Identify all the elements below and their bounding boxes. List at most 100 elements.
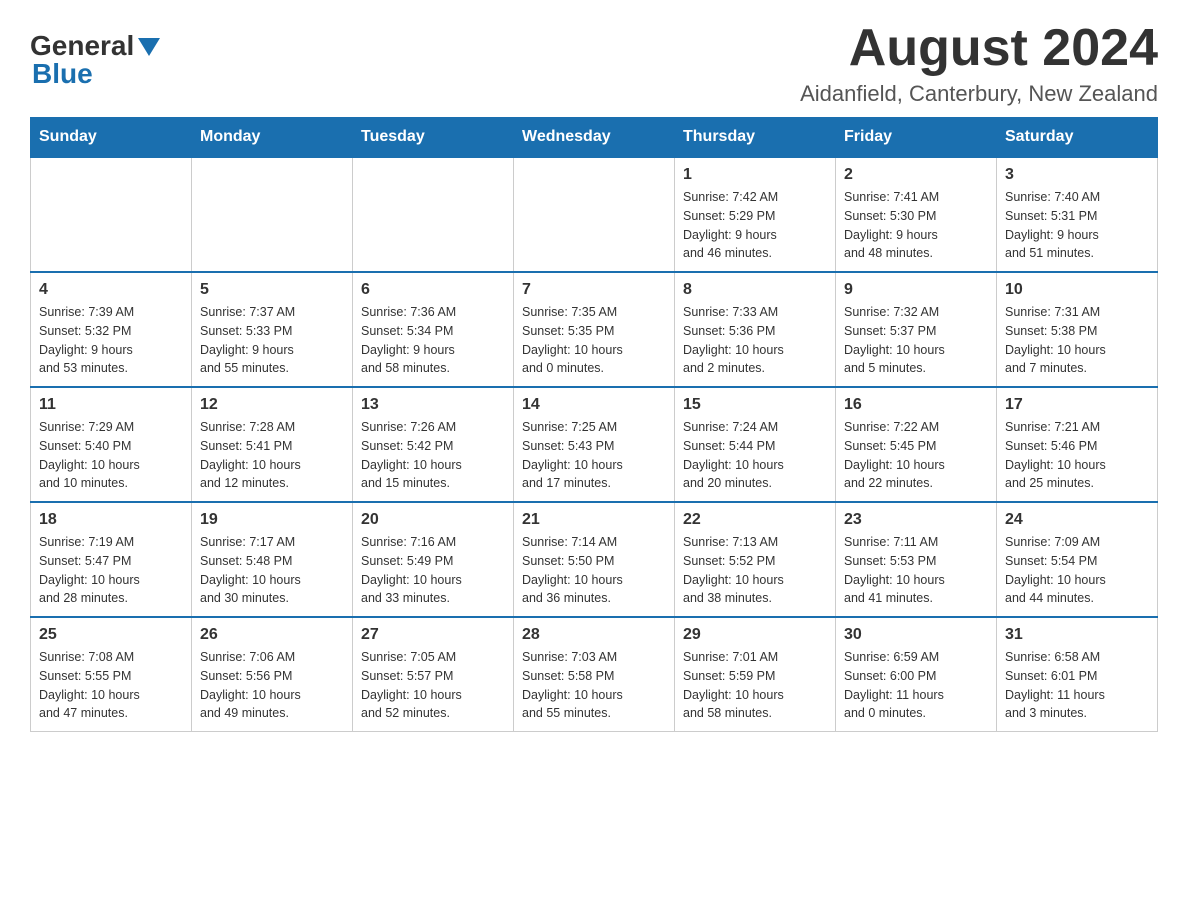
weekday-header-thursday: Thursday (675, 118, 836, 158)
day-number: 13 (361, 396, 505, 414)
weekday-header-wednesday: Wednesday (514, 118, 675, 158)
calendar-day-cell: 22 Sunrise: 7:13 AM Sunset: 5:52 PM Dayli… (675, 502, 836, 617)
day-number: 16 (844, 396, 988, 414)
calendar-day-cell: 23Sunrise: 7:11 AM Sunset: 5:53 PM Dayli… (836, 502, 997, 617)
page-header: General Blue August 2024 Aidanfield, Can… (30, 20, 1158, 107)
calendar-day-cell: 21 Sunrise: 7:14 AM Sunset: 5:50 PM Dayli… (514, 502, 675, 617)
calendar-week-row: 4 Sunrise: 7:39 AM Sunset: 5:32 PM Daylig… (31, 272, 1158, 387)
day-info: Sunrise: 7:41 AM Sunset: 5:30 PM Dayligh… (844, 188, 988, 263)
day-info: Sunrise: 6:59 AM Sunset: 6:00 PM Dayligh… (844, 648, 988, 723)
day-number: 28 (522, 626, 666, 644)
day-number: 29 (683, 626, 827, 644)
day-number: 14 (522, 396, 666, 414)
calendar-day-cell: 13 Sunrise: 7:26 AM Sunset: 5:42 PM Dayli… (353, 387, 514, 502)
day-number: 15 (683, 396, 827, 414)
day-info: Sunrise: 7:32 AM Sunset: 5:37 PM Dayligh… (844, 303, 988, 378)
calendar-day-cell: 18 Sunrise: 7:19 AM Sunset: 5:47 PM Dayli… (31, 502, 192, 617)
day-number: 21 (522, 511, 666, 529)
day-info: Sunrise: 7:13 AM Sunset: 5:52 PM Dayligh… (683, 533, 827, 608)
logo-triangle-icon (138, 38, 160, 56)
day-info: Sunrise: 7:26 AM Sunset: 5:42 PM Dayligh… (361, 418, 505, 493)
calendar-day-cell: 14 Sunrise: 7:25 AM Sunset: 5:43 PM Dayli… (514, 387, 675, 502)
calendar-day-cell: 8Sunrise: 7:33 AM Sunset: 5:36 PM Daylig… (675, 272, 836, 387)
day-info: Sunrise: 7:11 AM Sunset: 5:53 PM Dayligh… (844, 533, 988, 608)
day-number: 1 (683, 166, 827, 184)
calendar-week-row: 18 Sunrise: 7:19 AM Sunset: 5:47 PM Dayli… (31, 502, 1158, 617)
day-info: Sunrise: 7:09 AM Sunset: 5:54 PM Dayligh… (1005, 533, 1149, 608)
calendar-day-cell (31, 157, 192, 272)
day-number: 9 (844, 281, 988, 299)
calendar-day-cell: 6 Sunrise: 7:36 AM Sunset: 5:34 PM Daylig… (353, 272, 514, 387)
calendar-table: SundayMondayTuesdayWednesdayThursdayFrid… (30, 117, 1158, 732)
day-number: 5 (200, 281, 344, 299)
day-info: Sunrise: 7:05 AM Sunset: 5:57 PM Dayligh… (361, 648, 505, 723)
day-number: 24 (1005, 511, 1149, 529)
calendar-day-cell: 30Sunrise: 6:59 AM Sunset: 6:00 PM Dayli… (836, 617, 997, 732)
logo-blue-text: Blue (32, 58, 93, 89)
day-info: Sunrise: 7:21 AM Sunset: 5:46 PM Dayligh… (1005, 418, 1149, 493)
calendar-day-cell (353, 157, 514, 272)
calendar-week-row: 1 Sunrise: 7:42 AM Sunset: 5:29 PM Daylig… (31, 157, 1158, 272)
day-info: Sunrise: 7:19 AM Sunset: 5:47 PM Dayligh… (39, 533, 183, 608)
day-info: Sunrise: 7:29 AM Sunset: 5:40 PM Dayligh… (39, 418, 183, 493)
day-number: 2 (844, 166, 988, 184)
day-info: Sunrise: 7:36 AM Sunset: 5:34 PM Dayligh… (361, 303, 505, 378)
day-number: 27 (361, 626, 505, 644)
month-title: August 2024 (800, 20, 1158, 77)
day-info: Sunrise: 7:42 AM Sunset: 5:29 PM Dayligh… (683, 188, 827, 263)
day-number: 11 (39, 396, 183, 414)
day-info: Sunrise: 7:14 AM Sunset: 5:50 PM Dayligh… (522, 533, 666, 608)
calendar-day-cell: 29 Sunrise: 7:01 AM Sunset: 5:59 PM Dayli… (675, 617, 836, 732)
day-info: Sunrise: 7:40 AM Sunset: 5:31 PM Dayligh… (1005, 188, 1149, 263)
location-subtitle: Aidanfield, Canterbury, New Zealand (800, 81, 1158, 107)
day-number: 18 (39, 511, 183, 529)
calendar-day-cell: 17Sunrise: 7:21 AM Sunset: 5:46 PM Dayli… (997, 387, 1158, 502)
calendar-day-cell: 11 Sunrise: 7:29 AM Sunset: 5:40 PM Dayli… (31, 387, 192, 502)
calendar-day-cell: 26 Sunrise: 7:06 AM Sunset: 5:56 PM Dayli… (192, 617, 353, 732)
day-info: Sunrise: 7:16 AM Sunset: 5:49 PM Dayligh… (361, 533, 505, 608)
calendar-day-cell: 25 Sunrise: 7:08 AM Sunset: 5:55 PM Dayli… (31, 617, 192, 732)
day-info: Sunrise: 7:37 AM Sunset: 5:33 PM Dayligh… (200, 303, 344, 378)
day-number: 25 (39, 626, 183, 644)
day-number: 26 (200, 626, 344, 644)
day-info: Sunrise: 7:35 AM Sunset: 5:35 PM Dayligh… (522, 303, 666, 378)
day-info: Sunrise: 7:01 AM Sunset: 5:59 PM Dayligh… (683, 648, 827, 723)
day-number: 12 (200, 396, 344, 414)
day-number: 22 (683, 511, 827, 529)
day-info: Sunrise: 7:03 AM Sunset: 5:58 PM Dayligh… (522, 648, 666, 723)
day-number: 6 (361, 281, 505, 299)
day-info: Sunrise: 7:08 AM Sunset: 5:55 PM Dayligh… (39, 648, 183, 723)
calendar-day-cell: 31Sunrise: 6:58 AM Sunset: 6:01 PM Dayli… (997, 617, 1158, 732)
day-info: Sunrise: 7:24 AM Sunset: 5:44 PM Dayligh… (683, 418, 827, 493)
calendar-day-cell: 10 Sunrise: 7:31 AM Sunset: 5:38 PM Dayli… (997, 272, 1158, 387)
weekday-header-saturday: Saturday (997, 118, 1158, 158)
calendar-day-cell: 9 Sunrise: 7:32 AM Sunset: 5:37 PM Daylig… (836, 272, 997, 387)
weekday-header-tuesday: Tuesday (353, 118, 514, 158)
calendar-day-cell: 12 Sunrise: 7:28 AM Sunset: 5:41 PM Dayli… (192, 387, 353, 502)
title-block: August 2024 Aidanfield, Canterbury, New … (800, 20, 1158, 107)
calendar-header-row: SundayMondayTuesdayWednesdayThursdayFrid… (31, 118, 1158, 158)
day-info: Sunrise: 7:31 AM Sunset: 5:38 PM Dayligh… (1005, 303, 1149, 378)
weekday-header-monday: Monday (192, 118, 353, 158)
calendar-day-cell: 2 Sunrise: 7:41 AM Sunset: 5:30 PM Daylig… (836, 157, 997, 272)
day-info: Sunrise: 7:25 AM Sunset: 5:43 PM Dayligh… (522, 418, 666, 493)
day-info: Sunrise: 7:33 AM Sunset: 5:36 PM Dayligh… (683, 303, 827, 378)
calendar-day-cell: 3Sunrise: 7:40 AM Sunset: 5:31 PM Daylig… (997, 157, 1158, 272)
day-info: Sunrise: 7:39 AM Sunset: 5:32 PM Dayligh… (39, 303, 183, 378)
day-number: 20 (361, 511, 505, 529)
day-info: Sunrise: 7:06 AM Sunset: 5:56 PM Dayligh… (200, 648, 344, 723)
weekday-header-friday: Friday (836, 118, 997, 158)
day-info: Sunrise: 7:28 AM Sunset: 5:41 PM Dayligh… (200, 418, 344, 493)
calendar-day-cell (514, 157, 675, 272)
day-info: Sunrise: 6:58 AM Sunset: 6:01 PM Dayligh… (1005, 648, 1149, 723)
calendar-day-cell: 20 Sunrise: 7:16 AM Sunset: 5:49 PM Dayli… (353, 502, 514, 617)
day-info: Sunrise: 7:22 AM Sunset: 5:45 PM Dayligh… (844, 418, 988, 493)
day-number: 10 (1005, 281, 1149, 299)
calendar-day-cell: 19Sunrise: 7:17 AM Sunset: 5:48 PM Dayli… (192, 502, 353, 617)
calendar-day-cell: 5 Sunrise: 7:37 AM Sunset: 5:33 PM Daylig… (192, 272, 353, 387)
day-number: 7 (522, 281, 666, 299)
calendar-day-cell: 28 Sunrise: 7:03 AM Sunset: 5:58 PM Dayli… (514, 617, 675, 732)
day-number: 4 (39, 281, 183, 299)
calendar-day-cell: 24 Sunrise: 7:09 AM Sunset: 5:54 PM Dayli… (997, 502, 1158, 617)
calendar-day-cell: 7 Sunrise: 7:35 AM Sunset: 5:35 PM Daylig… (514, 272, 675, 387)
